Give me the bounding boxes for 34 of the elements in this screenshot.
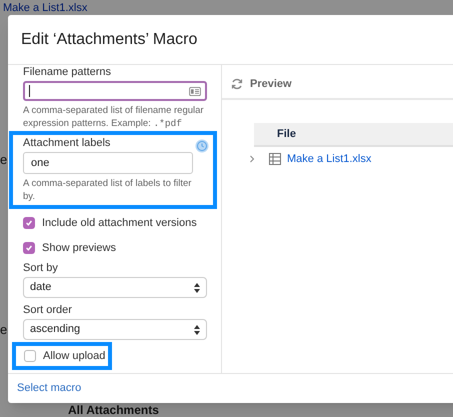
text-fragment: e [0, 151, 8, 169]
check-icon [25, 219, 33, 227]
column-header: File [277, 126, 296, 142]
text-fragment: e [0, 320, 8, 338]
refresh-icon [231, 78, 243, 90]
checkbox[interactable] [23, 242, 35, 254]
checkbox[interactable] [23, 217, 35, 229]
field-label: Attachment labels [23, 137, 112, 150]
clock-icon [195, 139, 209, 153]
select-macro-link[interactable]: Select macro [17, 380, 82, 397]
check-icon [25, 244, 33, 252]
filename-input-field[interactable] [23, 81, 207, 101]
checkbox-label: Allow upload [43, 348, 106, 364]
labels-input-field[interactable]: one [23, 152, 193, 174]
checkbox[interactable] [24, 350, 36, 362]
select-dropdown[interactable]: date [23, 277, 207, 298]
checkbox-label: Show previews [42, 241, 116, 255]
updown-caret-icon [194, 282, 200, 292]
preview-title: Preview [250, 76, 292, 92]
field-label: Sort order [23, 304, 73, 317]
checkbox-label: Include old attachment versions [42, 216, 197, 230]
spreadsheet-icon [269, 153, 281, 165]
updown-caret-icon [194, 324, 200, 334]
field-label: Sort by [23, 262, 59, 275]
help-text: A comma-separated list of labels to filter by. [23, 177, 192, 203]
file-link[interactable]: Make a List1.xlsx [287, 150, 372, 168]
select-dropdown[interactable]: ascending [23, 319, 207, 340]
chevron-icon[interactable] [249, 155, 255, 163]
field-label: Filename patterns [23, 66, 112, 79]
file-link[interactable]: Make a List1.xlsx [0, 0, 88, 14]
dialog-title: Edit ‘Attachments’ Macro [21, 30, 198, 50]
contact-card-icon [189, 86, 201, 96]
section-heading: All Attachments [68, 403, 159, 417]
help-text: A comma-separated list of filename regular expression patterns. Example: .*pdf [23, 104, 205, 130]
